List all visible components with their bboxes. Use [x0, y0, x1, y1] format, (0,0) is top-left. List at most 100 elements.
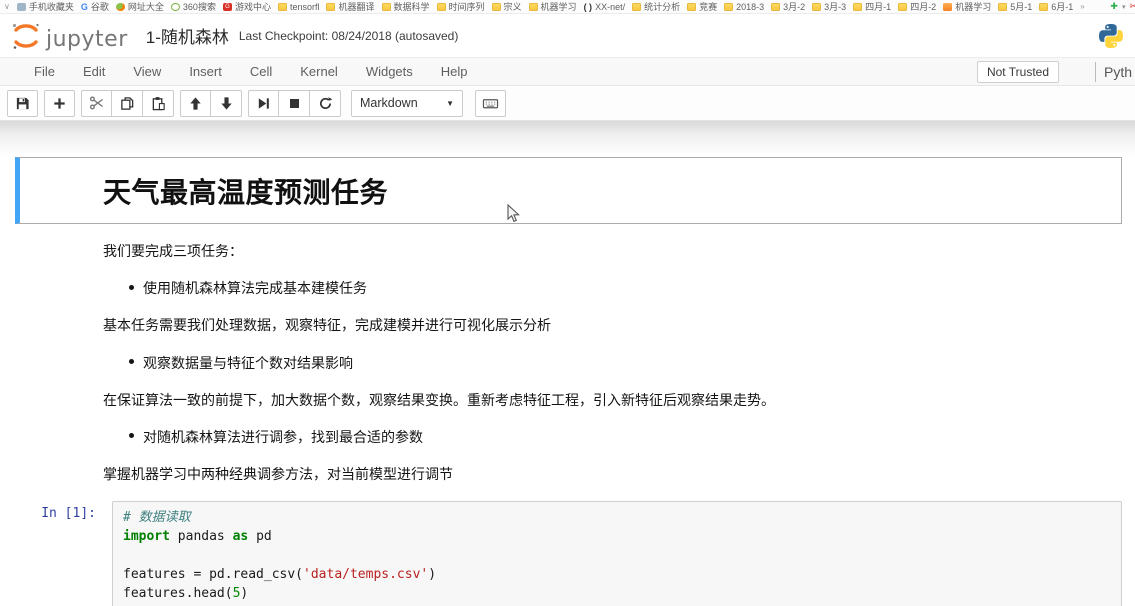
- bookmark-item[interactable]: 360搜索: [171, 0, 216, 13]
- menu-item-kernel[interactable]: Kernel: [286, 59, 352, 84]
- bookmark-label: 游戏中心: [235, 0, 271, 13]
- code-editor[interactable]: # 数据读取import pandas as pd features = pd.…: [112, 501, 1122, 606]
- bullet-disc: [129, 285, 134, 290]
- folder-icon: [437, 3, 446, 11]
- bookmark-item[interactable]: 机器翻译: [326, 0, 374, 13]
- bookmark-label: 360搜索: [183, 0, 216, 13]
- step-forward-icon: [256, 96, 271, 111]
- menu-item-help[interactable]: Help: [427, 59, 482, 84]
- bookmark-item[interactable]: 时间序列: [437, 0, 485, 13]
- markdown-paragraph: 掌握机器学习中两种经典调参方法，对当前模型进行调节: [103, 464, 1105, 484]
- menu-item-widgets[interactable]: Widgets: [352, 59, 427, 84]
- bookmark-item[interactable]: 机器学习: [529, 0, 577, 13]
- folder-icon: [492, 3, 501, 11]
- refresh-icon: [318, 96, 333, 111]
- save-button[interactable]: [7, 90, 38, 117]
- bookmarks-bar-actions: ✚ ▾✂: [1104, 0, 1133, 13]
- move-cell-up-button[interactable]: [180, 90, 211, 117]
- markdown-cell-tasks[interactable]: 我们要完成三项任务：使用随机森林算法完成基本建模任务基本任务需要我们处理数据，观…: [103, 241, 1105, 484]
- bookmark-label: 手机收藏夹: [29, 0, 74, 13]
- markdown-text: 在保证算法一致的前提下，加大数据个数，观察结果变换。重新考虑特征工程，引入新特征…: [103, 392, 775, 408]
- markdown-cell-title[interactable]: 天气最高温度预测任务: [15, 157, 1122, 224]
- bookmarks-overflow-icon[interactable]: »: [1080, 2, 1084, 11]
- paren-icon: ( ): [584, 3, 593, 11]
- menu-item-file[interactable]: File: [20, 59, 69, 84]
- bookmark-item[interactable]: 2018-3: [724, 2, 764, 12]
- code-cell[interactable]: In [1]: # 数据读取import pandas as pd featur…: [15, 501, 1135, 606]
- input-prompt: In [1]:: [15, 501, 112, 606]
- browser-bookmarks-bar: ∨ 手机收藏夹 G谷歌网址大全 360搜索 G游戏中心 tensorfl 机器翻译数据科学…: [0, 0, 1135, 14]
- python-logo-icon: [1097, 22, 1125, 50]
- menu-item-insert[interactable]: Insert: [175, 59, 236, 84]
- menu-item-cell[interactable]: Cell: [236, 59, 286, 84]
- bookmark-item[interactable]: 6月-1: [1039, 0, 1073, 13]
- bookmark-item[interactable]: 手机收藏夹: [17, 0, 74, 13]
- bookmark-item[interactable]: 竞赛: [687, 0, 717, 13]
- move-cell-down-button[interactable]: [211, 90, 242, 117]
- cut-cell-button[interactable]: [81, 90, 112, 117]
- folder-icon: [382, 3, 391, 11]
- game-center-icon: G: [223, 3, 232, 11]
- bookmark-item[interactable]: 统计分析: [632, 0, 680, 13]
- menu-item-edit[interactable]: Edit: [69, 59, 119, 84]
- copy-icon: [120, 96, 135, 111]
- markdown-paragraph: 我们要完成三项任务：: [103, 241, 1105, 261]
- not-trusted-button[interactable]: Not Trusted: [977, 61, 1059, 83]
- command-palette-button[interactable]: [475, 90, 506, 117]
- cell-type-dropdown[interactable]: Markdown ▼: [351, 90, 463, 117]
- bookmark-item[interactable]: 3月-2: [771, 0, 805, 13]
- bookmark-label: 时间序列: [449, 0, 485, 13]
- markdown-text: 基本任务需要我们处理数据，观察特征，完成建模并进行可视化展示分析: [103, 317, 551, 333]
- menu-item-view[interactable]: View: [119, 59, 175, 84]
- bookmark-item[interactable]: 四月-1: [853, 0, 891, 13]
- add-cell-button[interactable]: [44, 90, 75, 117]
- bookmark-item[interactable]: tensorfl: [278, 2, 320, 12]
- arrow-down-icon: [219, 96, 234, 111]
- folder-icon: [278, 3, 287, 11]
- cell-type-value: Markdown: [360, 96, 418, 110]
- bookmark-item[interactable]: 机器学习: [943, 0, 991, 13]
- floppy-icon: [15, 96, 30, 111]
- bookmark-add-icon[interactable]: ✚: [1110, 1, 1118, 12]
- bookmark-item[interactable]: 宗义: [492, 0, 522, 13]
- bookmark-item[interactable]: 四月-2: [898, 0, 936, 13]
- bookmark-item[interactable]: 数据科学: [382, 0, 430, 13]
- markdown-text: 掌握机器学习中两种经典调参方法，对当前模型进行调节: [103, 466, 453, 482]
- toolbar-button-group: [180, 90, 242, 117]
- bullet-disc: [129, 359, 134, 364]
- collect-icon[interactable]: ✂: [1129, 1, 1135, 12]
- notebook-area: 天气最高温度预测任务 我们要完成三项任务：使用随机森林算法完成基本建模任务基本任…: [0, 121, 1135, 606]
- bookmark-item[interactable]: G游戏中心: [223, 0, 271, 13]
- paste-cell-button[interactable]: [143, 90, 174, 117]
- search-360-icon: [171, 3, 180, 11]
- code-line: # 数据读取: [123, 508, 1111, 527]
- bookmark-label: 3月-3: [824, 0, 846, 13]
- toolbar-button-group: [81, 90, 174, 117]
- screen: ∨ 手机收藏夹 G谷歌网址大全 360搜索 G游戏中心 tensorfl 机器翻译数据科学…: [0, 0, 1135, 606]
- bookmark-item[interactable]: 5月-1: [998, 0, 1032, 13]
- interrupt-kernel-button[interactable]: [279, 90, 310, 117]
- run-cell-button[interactable]: [248, 90, 279, 117]
- chevron-down-icon[interactable]: ∨: [4, 2, 10, 11]
- bookmark-item[interactable]: G谷歌: [81, 0, 109, 13]
- folder-icon: [326, 3, 335, 11]
- caret-down-icon[interactable]: ▾: [1122, 3, 1126, 11]
- bookmark-label: 机器学习: [955, 0, 991, 13]
- markdown-text: 观察数据量与特征个数对结果影响: [143, 353, 353, 373]
- jupyter-logo-text: jupyter: [46, 27, 128, 52]
- copy-cell-button[interactable]: [112, 90, 143, 117]
- bookmark-item[interactable]: 3月-3: [812, 0, 846, 13]
- folder-icon: [812, 3, 821, 11]
- folder-orange-icon: [943, 3, 952, 11]
- folder-icon: [724, 3, 733, 11]
- bookmark-item[interactable]: 网址大全: [116, 0, 164, 13]
- bookmark-label: 机器翻译: [338, 0, 374, 13]
- folder-icon: [687, 3, 696, 11]
- bookmark-label: 统计分析: [644, 0, 680, 13]
- restart-kernel-button[interactable]: [310, 90, 341, 117]
- markdown-bullet: 对随机森林算法进行调参，找到最合适的参数: [103, 427, 1105, 447]
- notebook-title[interactable]: 1-随机森林: [146, 23, 229, 48]
- code-line: features.head(5): [123, 584, 1111, 603]
- jupyter-logo[interactable]: jupyter: [10, 20, 128, 52]
- bookmark-item[interactable]: ( )XX-net/: [584, 2, 626, 12]
